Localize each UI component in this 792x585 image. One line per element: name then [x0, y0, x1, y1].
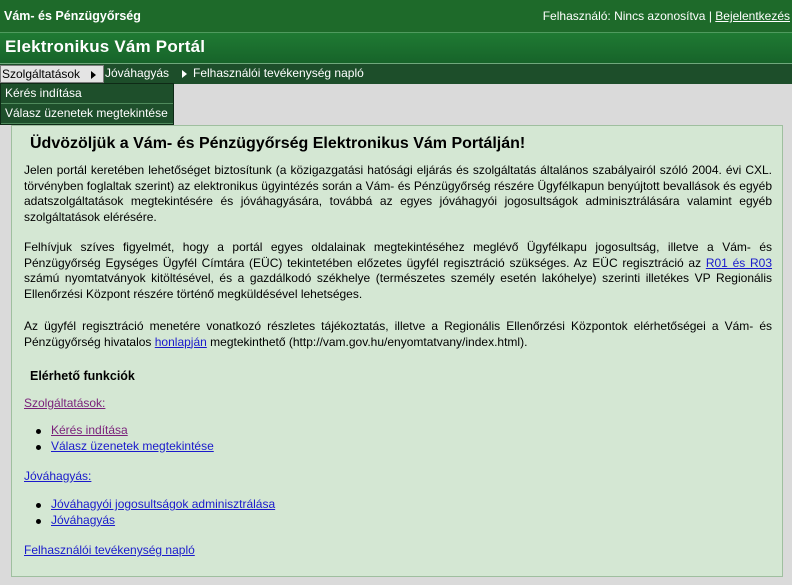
honlap-link[interactable]: honlapján	[155, 335, 207, 349]
list-item: Kérés indítása	[33, 423, 214, 439]
dropdown-item-valasz-uzenetek[interactable]: Válasz üzenetek megtekintése	[1, 104, 173, 124]
main-menu: Szolgáltatások Jóváhagyás Felhasználói t…	[0, 63, 792, 84]
approval-link-list: Jóváhagyói jogosultságok adminisztrálása…	[33, 497, 275, 528]
paragraph-text: megtekinthető (http://vam.gov.hu/enyomta…	[206, 334, 528, 349]
services-dropdown: Kérés indítása Válasz üzenetek megtekint…	[0, 83, 174, 125]
menu-item-naplo[interactable]: Felhasználói tevékenység napló	[193, 64, 364, 84]
portal-banner: Elektronikus Vám Portál	[0, 32, 792, 63]
user-status: Felhasználó: Nincs azonosítva | Bejelent…	[543, 9, 790, 23]
list-item: Jóváhagyás	[33, 513, 275, 529]
link-jovahagyoi-jogosultsagok[interactable]: Jóváhagyói jogosultságok adminisztrálása	[51, 497, 275, 511]
user-label: Felhasználó: Nincs azonosítva	[542, 9, 706, 23]
section-link-szolgaltatasok[interactable]: Szolgáltatások:	[24, 396, 105, 410]
brand-name: Vám- és Pénzügyőrség	[4, 9, 141, 23]
header-separator: |	[708, 9, 712, 23]
menu-item-label: Szolgáltatások	[2, 67, 81, 81]
link-valasz-uzenetek[interactable]: Válasz üzenetek megtekintése	[51, 439, 214, 453]
paragraph-text: Felhívjuk szíves figyelmét, hogy a portá…	[24, 240, 772, 270]
link-keres-inditasa[interactable]: Kérés indítása	[51, 423, 128, 437]
info-paragraph: Az ügyfél regisztráció menetére vonatkoz…	[24, 319, 772, 350]
activity-log-link[interactable]: Felhasználói tevékenység napló	[24, 543, 195, 557]
link-jovahagyas[interactable]: Jóváhagyás	[51, 513, 115, 527]
submenu-arrow-icon	[91, 70, 97, 79]
registration-paragraph: Felhívjuk szíves figyelmét, hogy a portá…	[24, 240, 772, 302]
section-link-jovahagyas[interactable]: Jóváhagyás:	[24, 469, 91, 483]
services-link-list: Kérés indítása Válasz üzenetek megtekint…	[33, 423, 214, 454]
menu-item-szolgaltatasok[interactable]: Szolgáltatások	[0, 65, 104, 83]
r01-r03-link[interactable]: R01 és R03	[706, 256, 772, 270]
login-link[interactable]: Bejelentkezés	[715, 9, 790, 23]
welcome-heading: Üdvözöljük a Vám- és Pénzügyőrség Elektr…	[30, 135, 526, 152]
paragraph-text: számú nyomtatványok kitöltésével, és a g…	[24, 271, 772, 301]
portal-title: Elektronikus Vám Portál	[5, 37, 206, 56]
menu-item-label: Jóváhagyás	[105, 66, 170, 80]
top-header: Vám- és Pénzügyőrség Felhasználó: Nincs …	[0, 0, 792, 32]
intro-paragraph: Jelen portál keretében lehetőséget bizto…	[24, 163, 772, 224]
list-item: Válasz üzenetek megtekintése	[33, 439, 214, 455]
dropdown-item-keres-inditasa[interactable]: Kérés indítása	[1, 84, 173, 104]
welcome-panel: Üdvözöljük a Vám- és Pénzügyőrség Elektr…	[11, 125, 783, 577]
menu-item-label: Felhasználói tevékenység napló	[193, 66, 364, 80]
list-item: Jóváhagyói jogosultságok adminisztrálása	[33, 497, 275, 513]
menu-item-jovahagyas[interactable]: Jóváhagyás	[105, 64, 188, 84]
functions-title: Elérhető funkciók	[30, 369, 135, 383]
submenu-arrow-icon	[182, 69, 188, 78]
